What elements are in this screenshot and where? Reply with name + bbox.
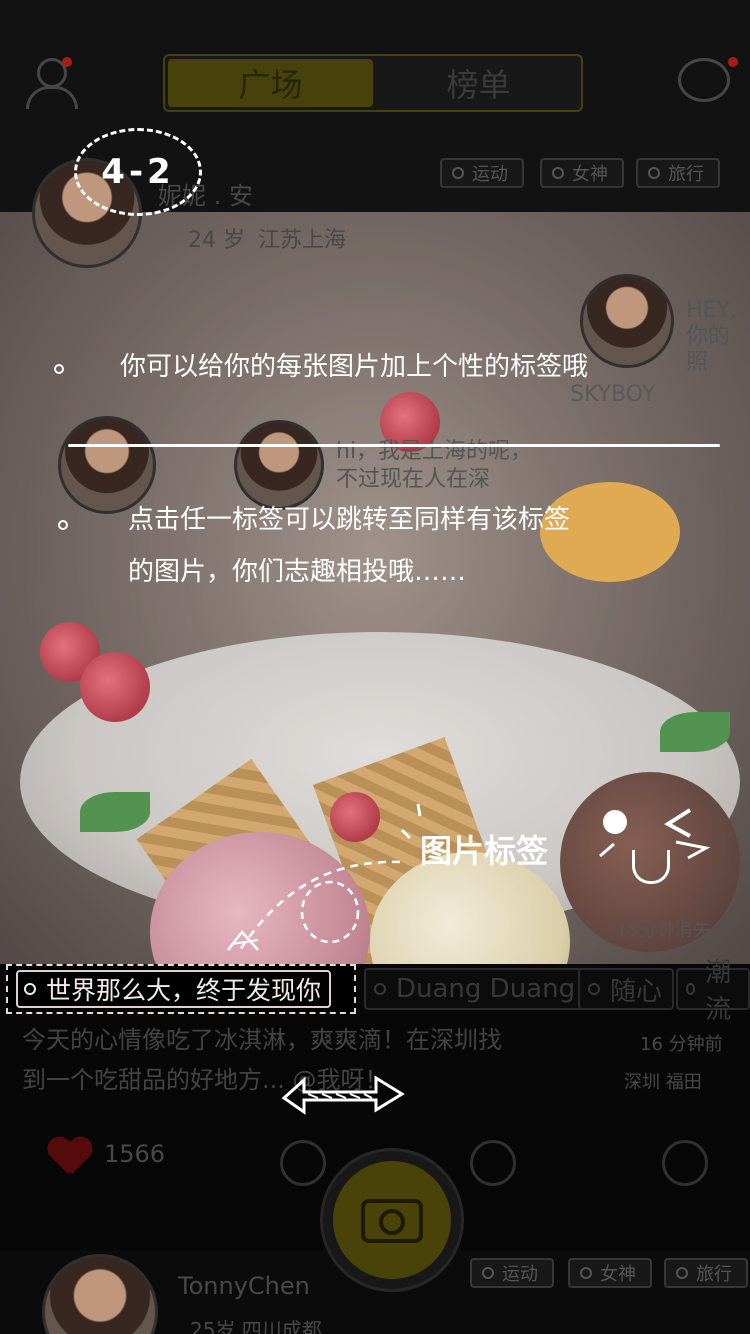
highlighted-tag[interactable]: 世界那么大，终于发现你	[6, 964, 356, 1014]
guide-doodles	[227, 803, 711, 1115]
tag-ring-icon	[24, 983, 36, 995]
swipe-arrow-icon	[281, 1075, 405, 1115]
screen: 广场 榜单 妮妮 . 安 24 岁 江苏上海 运动 女神 旅行 HEY, 你的照…	[0, 0, 750, 1334]
highlighted-tag-label: 世界那么大，终于发现你	[46, 976, 322, 1005]
